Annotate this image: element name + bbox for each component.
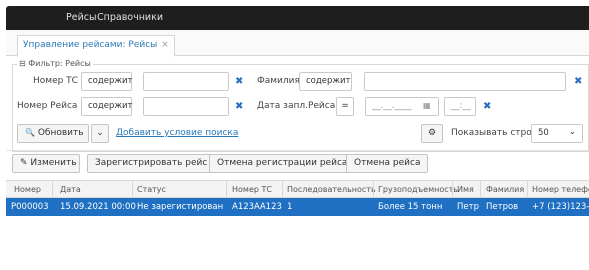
remove-surname-filter-icon[interactable]: ✖ [574,76,582,87]
column-divider[interactable] [282,181,283,199]
select-chevron-icon: ⌄ [568,127,576,137]
vehicle-number-condition[interactable]: содержит [81,72,133,91]
table-header: Номер Дата Статус Номер ТС Последователь… [6,180,589,199]
cancel-registration-button[interactable]: Отмена регистрации рейса [209,154,356,173]
refresh-label: Обновить [37,128,84,138]
edit-label: Изменить [30,158,77,168]
add-search-condition-link[interactable]: Добавить условие поиска [116,128,238,138]
label-surname: Фамилия [257,76,300,86]
settings-button[interactable]: ⚙ [421,124,443,143]
column-divider[interactable] [52,181,53,199]
gear-icon: ⚙ [427,128,437,138]
column-header-capacity[interactable]: Грузоподъемность [378,185,458,194]
column-divider[interactable] [452,181,453,199]
tab-label: Управление рейсами: Рейсы [23,40,158,50]
rows-per-page-select[interactable]: 50 ⌄ [531,124,583,143]
cell-number: P000003 [11,202,49,212]
column-header-first-name[interactable]: Имя [457,185,474,194]
divider [6,150,589,151]
remove-vehicle-filter-icon[interactable]: ✖ [235,76,243,87]
edit-button[interactable]: ✎ Изменить [12,154,80,173]
refresh-button[interactable]: 🔍 Обновить [17,124,89,143]
refresh-dropdown-button[interactable]: ⌄ [91,124,109,143]
tab-trips-management[interactable]: Управление рейсами: Рейсы × [17,35,175,57]
column-divider[interactable] [226,181,227,199]
column-divider[interactable] [480,181,481,199]
column-header-vehicle[interactable]: Номер ТС [232,185,272,194]
column-header-surname[interactable]: Фамилия [486,185,524,194]
menu-item-references[interactable]: Справочники [97,12,163,23]
column-divider[interactable] [527,181,528,199]
column-header-phone[interactable]: Номер телефо [532,185,589,194]
cell-first-name: Петр [457,202,479,212]
column-header-status[interactable]: Статус [137,185,166,194]
cell-vehicle: А123АА123 [232,202,282,212]
search-icon: 🔍 [25,128,35,137]
cell-sequence: 1 [287,202,293,212]
column-header-sequence[interactable]: Последовательность [287,185,376,194]
time-input[interactable]: __:__ [444,97,476,116]
label-vehicle-number: Номер ТС [33,76,78,86]
cell-status: Не зарегистирован [137,202,224,212]
surname-input[interactable] [364,72,566,91]
column-header-number[interactable]: Номер [14,185,41,194]
surname-condition[interactable]: содержит [299,72,352,91]
cell-phone: +7 (123)123-1 [532,202,589,212]
cell-date: 15.09.2021 00:00 [60,202,136,212]
label-trip-number: Номер Рейса [17,101,78,111]
label-planned-trip-date: Дата запл.Рейса [257,101,336,111]
tab-bar: Управление рейсами: Рейсы × [6,30,589,57]
pencil-icon: ✎ [20,158,28,168]
show-rows-label: Показывать строк [451,128,538,138]
column-divider[interactable] [132,181,133,199]
top-menu-bar: Рейсы Справочники [6,6,589,30]
table-row[interactable]: P000003 15.09.2021 00:00 Не зарегистиров… [6,198,589,216]
filter-panel: ⊟ Фильтр: Рейсы Номер ТС содержит ✖ Фами… [12,59,589,152]
tab-close-icon[interactable]: × [161,40,169,50]
cell-capacity: Более 15 тонн [378,202,443,212]
column-divider[interactable] [373,181,374,199]
time-placeholder: __:__ [451,101,471,111]
rows-per-page-value: 50 [538,128,549,138]
trip-number-condition[interactable]: содержит [81,97,133,116]
remove-date-filter-icon[interactable]: ✖ [483,101,491,112]
cancel-trip-button[interactable]: Отмена рейса [346,154,429,173]
column-header-date[interactable]: Дата [60,185,81,194]
remove-trip-filter-icon[interactable]: ✖ [235,101,243,112]
cell-surname: Петров [486,202,519,212]
chevron-down-icon: ⌄ [96,128,104,138]
calendar-icon[interactable]: ▦ [423,101,431,110]
trip-number-input[interactable] [143,97,229,116]
trips-table: Номер Дата Статус Номер ТС Последователь… [6,180,589,270]
vehicle-number-input[interactable] [143,72,229,91]
date-placeholder: __.__.____ [372,101,412,111]
register-trip-button[interactable]: Зарегистрировать рейс [87,154,216,173]
filter-legend[interactable]: ⊟ Фильтр: Рейсы [17,59,93,68]
date-condition[interactable]: = [336,97,354,116]
menu-item-trips[interactable]: Рейсы [66,12,96,23]
